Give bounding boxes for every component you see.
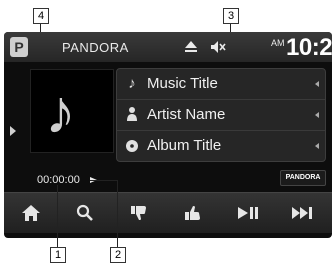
track-info-panel: ♪ Music Title Artist Name Album Title: [116, 68, 326, 162]
thumbs-up-button[interactable]: [170, 193, 216, 233]
music-note-icon: ♪: [128, 75, 136, 92]
chevron-left-icon: [315, 143, 319, 149]
callout-2-line-h: [90, 180, 118, 181]
callout-2: 2: [110, 247, 126, 263]
callout-2-line-v: [117, 180, 118, 247]
music-note-icon: ♪: [45, 78, 76, 147]
callout-4: 4: [33, 8, 49, 24]
head-unit-screen: P PANDORA AM 10:28 ♪ ♪ Music Title: [4, 32, 332, 238]
album-artwork: ♪: [30, 69, 114, 153]
chevron-left-icon: [315, 81, 319, 87]
thumbs-down-icon: [131, 206, 146, 220]
track-info-row-album[interactable]: Album Title: [117, 131, 325, 161]
thumbs-up-icon: [185, 206, 200, 220]
disc-icon: [125, 137, 139, 155]
skip-next-icon: [292, 207, 312, 219]
clock-ampm: AM: [271, 38, 285, 48]
clock-time: 10:28: [286, 34, 332, 61]
playing-time: 00:00:00: [37, 174, 80, 186]
status-bar: P PANDORA AM 10:28: [4, 32, 332, 62]
callout-1: 1: [50, 247, 66, 263]
search-button[interactable]: [62, 193, 108, 233]
play-pause-icon: [238, 207, 258, 219]
source-button[interactable]: P: [10, 37, 28, 57]
pandora-logo: PANDORA: [280, 170, 326, 186]
home-icon: [22, 205, 40, 221]
callout-1-line: [57, 185, 58, 247]
home-button[interactable]: [8, 193, 54, 233]
chevron-left-icon: [315, 112, 319, 118]
play-pause-button[interactable]: [224, 193, 270, 233]
thumbs-down-button[interactable]: [116, 193, 162, 233]
track-info-row-artist[interactable]: Artist Name: [117, 100, 325, 131]
source-name: PANDORA: [62, 40, 129, 55]
side-menu-arrow-icon[interactable]: [10, 126, 16, 136]
callout-3: 3: [223, 8, 239, 24]
control-bar: [4, 192, 332, 233]
track-info-row-music[interactable]: ♪ Music Title: [117, 69, 325, 100]
eject-icon[interactable]: [184, 40, 198, 54]
person-icon: [125, 106, 139, 124]
artist-name: Artist Name: [147, 106, 226, 123]
skip-next-button[interactable]: [278, 193, 324, 233]
search-icon: [76, 204, 93, 221]
music-title: Music Title: [147, 75, 218, 92]
album-title: Album Title: [147, 137, 222, 154]
mute-icon[interactable]: [210, 39, 226, 55]
